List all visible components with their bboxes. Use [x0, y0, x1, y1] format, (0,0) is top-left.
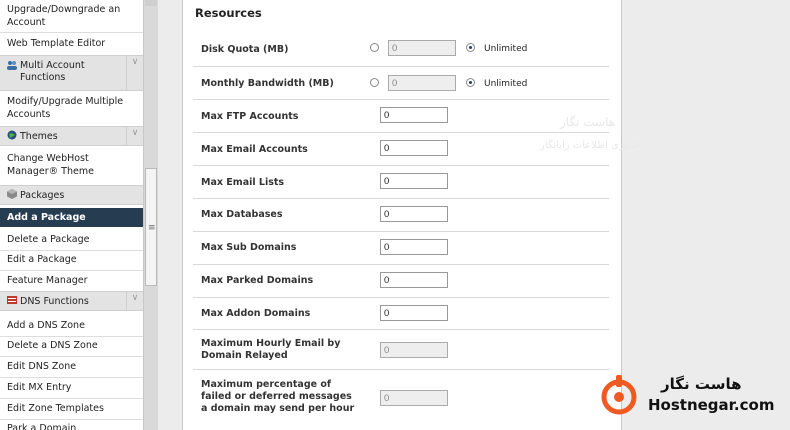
scroll-up-area[interactable]: [145, 0, 157, 6]
globe-icon: [7, 130, 17, 140]
sidebar-item-edit-package[interactable]: Edit a Package: [0, 253, 143, 266]
sidebar-item-park-domain[interactable]: Park a Domain: [0, 422, 143, 430]
hourly-email-label-line1: Maximum Hourly Email by: [201, 338, 341, 349]
max-parked-domains-row: Max Parked Domains: [193, 264, 609, 298]
chevron-down-icon[interactable]: ∨: [126, 292, 143, 310]
brand-name-fa: هاست نگار: [661, 375, 742, 393]
failed-percentage-input[interactable]: [380, 390, 448, 406]
sidebar-item-edit-mx[interactable]: Edit MX Entry: [0, 381, 143, 394]
field-label: Max Databases: [201, 209, 283, 220]
max-email-accounts-input[interactable]: [380, 140, 448, 156]
sidebar-header-packages[interactable]: Packages: [0, 185, 143, 205]
brand-name-en: Hostnegar.com: [648, 396, 775, 414]
field-label: Max Email Accounts: [201, 144, 308, 155]
max-databases-row: Max Databases: [193, 198, 609, 232]
sidebar-item-upgrade-downgrade[interactable]: Upgrade/Downgrade an Account: [0, 3, 143, 29]
sidebar-header-multi-account[interactable]: Multi Account Functions ∨: [0, 55, 143, 91]
max-email-lists-row: Max Email Lists: [193, 165, 609, 199]
sidebar-header-label: Packages: [20, 190, 65, 201]
monthly-bandwidth-label: Monthly Bandwidth (MB): [201, 78, 334, 89]
failed-percentage-label-line3: a domain may send per hour: [201, 403, 355, 414]
disk-quota-unlimited-radio[interactable]: [466, 43, 475, 52]
max-sub-domains-input[interactable]: [380, 239, 448, 255]
resources-panel: Resources Disk Quota (MB) Unlimited Mont…: [182, 0, 622, 430]
watermark-text: هاست نگار: [560, 115, 616, 129]
chevron-down-icon[interactable]: ∨: [126, 56, 143, 90]
sidebar-item-add-dns-zone[interactable]: Add a DNS Zone: [0, 319, 143, 332]
sidebar-item-feature-manager[interactable]: Feature Manager: [0, 274, 143, 287]
failed-percentage-label: Maximum percentage of failed or deferred…: [201, 379, 354, 415]
sidebar: Upgrade/Downgrade an Account Web Templat…: [0, 0, 143, 430]
sidebar-header-dns[interactable]: DNS Functions ∨: [0, 291, 143, 311]
sidebar-header-themes[interactable]: Themes ∨: [0, 126, 143, 146]
sidebar-item-delete-package[interactable]: Delete a Package: [0, 233, 143, 246]
max-addon-domains-input[interactable]: [380, 305, 448, 321]
disk-quota-row: Disk Quota (MB) Unlimited: [193, 36, 609, 67]
dns-icon: [7, 295, 17, 305]
sidebar-item-modify-upgrade[interactable]: Modify/Upgrade Multiple Accounts: [0, 95, 143, 121]
sidebar-divider: [0, 419, 143, 420]
sidebar-item-edit-dns-zone[interactable]: Edit DNS Zone: [0, 360, 143, 373]
field-label: Max Parked Domains: [201, 275, 314, 286]
max-hourly-email-row: Maximum Hourly Email by Domain Relayed: [193, 329, 609, 370]
disk-quota-unlimited-label: Unlimited: [484, 44, 528, 54]
max-parked-domains-input[interactable]: [380, 272, 448, 288]
max-ftp-accounts-row: Max FTP Accounts: [193, 99, 609, 133]
failed-percentage-label-line1: Maximum percentage of: [201, 379, 332, 390]
chevron-down-icon[interactable]: ∨: [126, 127, 143, 145]
users-icon: [7, 60, 17, 70]
bandwidth-input[interactable]: [388, 75, 456, 91]
sidebar-divider: [0, 377, 143, 378]
sidebar-item-delete-dns-zone[interactable]: Delete a DNS Zone: [0, 339, 143, 352]
sidebar-divider: [0, 356, 143, 357]
hourly-email-label: Maximum Hourly Email by Domain Relayed: [201, 338, 340, 362]
sidebar-divider: [0, 336, 143, 337]
sidebar-divider: [0, 398, 143, 399]
scrollbar-thumb[interactable]: ≡: [145, 168, 157, 286]
sidebar-header-label: DNS Functions: [20, 296, 89, 307]
sidebar-scrollbar[interactable]: ≡: [143, 0, 158, 430]
max-addon-domains-row: Max Addon Domains: [193, 297, 609, 330]
hourly-email-input[interactable]: [380, 342, 448, 358]
grip-icon: ≡: [148, 223, 156, 233]
max-databases-input[interactable]: [380, 206, 448, 222]
bandwidth-unlimited-radio[interactable]: [466, 78, 475, 87]
sidebar-divider: [0, 32, 143, 33]
sidebar-item-web-template-editor[interactable]: Web Template Editor: [0, 37, 143, 50]
sidebar-item-change-theme[interactable]: Change WebHost Manager® Theme: [0, 152, 135, 178]
bandwidth-custom-radio[interactable]: [370, 78, 379, 87]
package-icon: [7, 189, 17, 199]
hostnegar-logo: [600, 373, 638, 415]
field-label: Max Sub Domains: [201, 242, 297, 253]
max-ftp-accounts-input[interactable]: [380, 107, 448, 123]
max-sub-domains-row: Max Sub Domains: [193, 231, 609, 265]
bandwidth-unlimited-label: Unlimited: [484, 79, 528, 89]
field-label: Max FTP Accounts: [201, 111, 299, 122]
disk-quota-input[interactable]: [388, 40, 456, 56]
field-label: Max Email Lists: [201, 177, 285, 188]
sidebar-divider: [0, 270, 143, 271]
disk-quota-label: Disk Quota (MB): [201, 44, 289, 55]
sidebar-divider: [0, 250, 143, 251]
sidebar-item-edit-zone-templates[interactable]: Edit Zone Templates: [0, 402, 143, 415]
monthly-bandwidth-row: Monthly Bandwidth (MB) Unlimited: [193, 66, 609, 100]
failed-percentage-label-line2: failed or deferred messages: [201, 391, 352, 402]
disk-quota-custom-radio[interactable]: [370, 43, 379, 52]
sidebar-item-add-package[interactable]: Add a Package: [0, 208, 143, 227]
max-failed-percentage-row: Maximum percentage of failed or deferred…: [193, 369, 609, 425]
field-label: Max Addon Domains: [201, 308, 311, 319]
sidebar-header-label: Multi Account Functions: [20, 60, 85, 83]
sidebar-header-label: Themes: [20, 131, 58, 142]
hourly-email-label-line2: Domain Relayed: [201, 350, 288, 361]
max-email-lists-input[interactable]: [380, 173, 448, 189]
watermark-tagline: فناوری اطلاعات رایانگار: [540, 140, 640, 151]
section-title: Resources: [195, 6, 262, 20]
